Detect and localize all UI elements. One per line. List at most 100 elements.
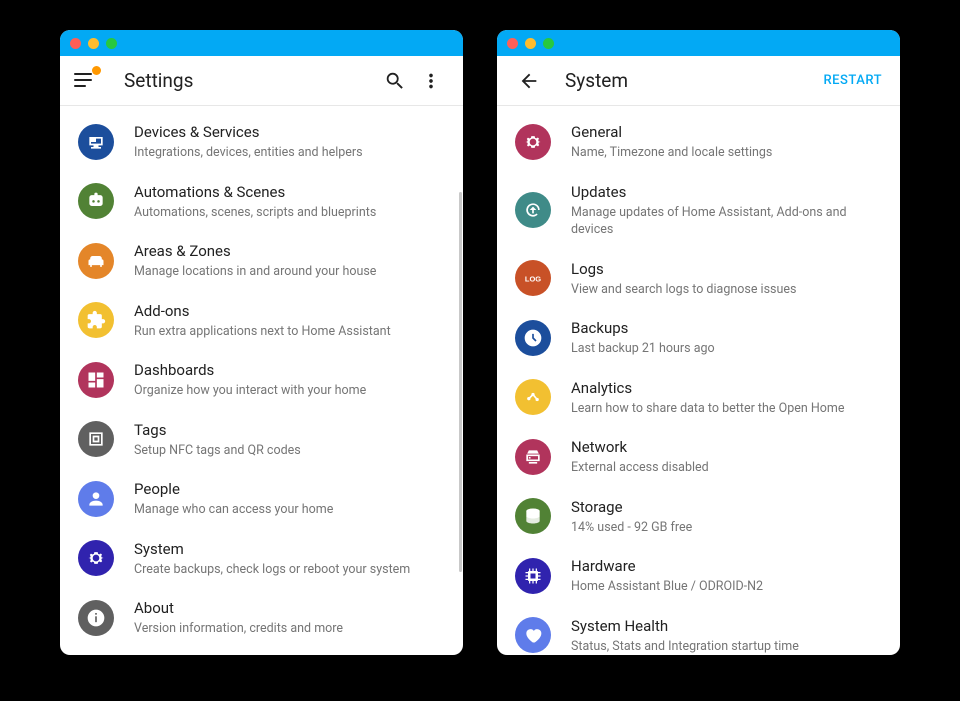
item-title: Storage [571, 497, 882, 518]
system-item-log[interactable]: LogsView and search logs to diagnose iss… [497, 249, 900, 309]
item-subtitle: Manage locations in and around your hous… [134, 263, 445, 281]
minimize-dot[interactable] [525, 38, 536, 49]
menu-button[interactable] [74, 69, 98, 93]
system-item-analytics[interactable]: AnalyticsLearn how to share data to bett… [497, 368, 900, 428]
item-text: SystemCreate backups, check logs or rebo… [134, 539, 445, 579]
back-button[interactable] [511, 63, 547, 99]
item-text: AboutVersion information, credits and mo… [134, 598, 445, 638]
item-title: Analytics [571, 378, 882, 399]
item-text: LogsView and search logs to diagnose iss… [571, 259, 882, 299]
item-text: UpdatesManage updates of Home Assistant,… [571, 182, 882, 239]
update-icon [515, 192, 551, 228]
item-subtitle: Status, Stats and Integration startup ti… [571, 638, 882, 656]
item-subtitle: Manage updates of Home Assistant, Add-on… [571, 204, 882, 239]
system-header: System RESTART [497, 56, 900, 106]
settings-item-dashboard[interactable]: DashboardsOrganize how you interact with… [60, 350, 463, 410]
dashboard-icon [78, 362, 114, 398]
search-button[interactable] [377, 63, 413, 99]
item-text: Devices & ServicesIntegrations, devices,… [134, 122, 445, 162]
item-text: BackupsLast backup 21 hours ago [571, 318, 882, 358]
system-item-storage[interactable]: Storage14% used - 92 GB free [497, 487, 900, 547]
item-title: Tags [134, 420, 445, 441]
settings-item-cog[interactable]: SystemCreate backups, check logs or rebo… [60, 529, 463, 589]
maximize-dot[interactable] [106, 38, 117, 49]
close-dot[interactable] [507, 38, 518, 49]
item-text: AnalyticsLearn how to share data to bett… [571, 378, 882, 418]
notification-dot-icon [92, 66, 101, 75]
storage-icon [515, 498, 551, 534]
item-subtitle: Last backup 21 hours ago [571, 340, 882, 358]
cog-icon [78, 540, 114, 576]
backup-icon [515, 320, 551, 356]
item-title: People [134, 479, 445, 500]
item-text: System HealthStatus, Stats and Integrati… [571, 616, 882, 656]
item-title: About [134, 598, 445, 619]
arrow-back-icon [518, 70, 540, 92]
item-text: Automations & ScenesAutomations, scenes,… [134, 182, 445, 222]
item-subtitle: Setup NFC tags and QR codes [134, 442, 445, 460]
item-title: Automations & Scenes [134, 182, 445, 203]
minimize-dot[interactable] [88, 38, 99, 49]
settings-header: Settings [60, 56, 463, 106]
item-subtitle: Manage who can access your home [134, 501, 445, 519]
item-title: Areas & Zones [134, 241, 445, 262]
item-subtitle: Create backups, check logs or reboot you… [134, 561, 445, 579]
settings-window: Settings Devices & ServicesIntegrations,… [60, 30, 463, 655]
system-item-cog[interactable]: GeneralName, Timezone and locale setting… [497, 112, 900, 172]
settings-item-sofa[interactable]: Areas & ZonesManage locations in and aro… [60, 231, 463, 291]
nfc-icon [78, 421, 114, 457]
system-item-backup[interactable]: BackupsLast backup 21 hours ago [497, 308, 900, 368]
more-button[interactable] [413, 63, 449, 99]
window-titlebar [60, 30, 463, 56]
system-item-update[interactable]: UpdatesManage updates of Home Assistant,… [497, 172, 900, 249]
info-icon [78, 600, 114, 636]
cog-icon [515, 124, 551, 160]
settings-item-nfc[interactable]: TagsSetup NFC tags and QR codes [60, 410, 463, 470]
settings-item-devices[interactable]: Devices & ServicesIntegrations, devices,… [60, 112, 463, 172]
item-title: Network [571, 437, 882, 458]
item-subtitle: Automations, scenes, scripts and bluepri… [134, 204, 445, 222]
item-subtitle: External access disabled [571, 459, 882, 477]
item-subtitle: Home Assistant Blue / ODROID-N2 [571, 578, 882, 596]
log-icon [515, 260, 551, 296]
system-item-chip[interactable]: HardwareHome Assistant Blue / ODROID-N2 [497, 546, 900, 606]
item-title: Hardware [571, 556, 882, 577]
close-dot[interactable] [70, 38, 81, 49]
item-title: System [134, 539, 445, 560]
item-title: Updates [571, 182, 882, 203]
item-text: NetworkExternal access disabled [571, 437, 882, 477]
window-titlebar [497, 30, 900, 56]
item-text: DashboardsOrganize how you interact with… [134, 360, 445, 400]
network-icon [515, 439, 551, 475]
item-title: Dashboards [134, 360, 445, 381]
settings-item-puzzle[interactable]: Add-onsRun extra applications next to Ho… [60, 291, 463, 351]
item-text: PeopleManage who can access your home [134, 479, 445, 519]
devices-icon [78, 124, 114, 160]
maximize-dot[interactable] [543, 38, 554, 49]
settings-item-info[interactable]: AboutVersion information, credits and mo… [60, 588, 463, 648]
system-item-heart[interactable]: System HealthStatus, Stats and Integrati… [497, 606, 900, 656]
item-title: Add-ons [134, 301, 445, 322]
sofa-icon [78, 243, 114, 279]
system-window: System RESTART GeneralName, Timezone and… [497, 30, 900, 655]
scrollbar-thumb[interactable] [459, 192, 462, 572]
item-subtitle: Organize how you interact with your home [134, 382, 445, 400]
item-title: Logs [571, 259, 882, 280]
settings-item-robot[interactable]: Automations & ScenesAutomations, scenes,… [60, 172, 463, 232]
item-text: GeneralName, Timezone and locale setting… [571, 122, 882, 162]
page-title: Settings [124, 69, 193, 92]
heart-icon [515, 617, 551, 653]
item-subtitle: 14% used - 92 GB free [571, 519, 882, 537]
item-title: System Health [571, 616, 882, 637]
settings-list: Devices & ServicesIntegrations, devices,… [60, 106, 463, 655]
system-item-network[interactable]: NetworkExternal access disabled [497, 427, 900, 487]
system-list: GeneralName, Timezone and locale setting… [497, 106, 900, 655]
settings-item-person[interactable]: PeopleManage who can access your home [60, 469, 463, 529]
restart-button[interactable]: RESTART [819, 73, 886, 88]
item-subtitle: Version information, credits and more [134, 620, 445, 638]
item-title: Backups [571, 318, 882, 339]
analytics-icon [515, 379, 551, 415]
item-text: HardwareHome Assistant Blue / ODROID-N2 [571, 556, 882, 596]
item-subtitle: Learn how to share data to better the Op… [571, 400, 882, 418]
item-subtitle: Integrations, devices, entities and help… [134, 144, 445, 162]
